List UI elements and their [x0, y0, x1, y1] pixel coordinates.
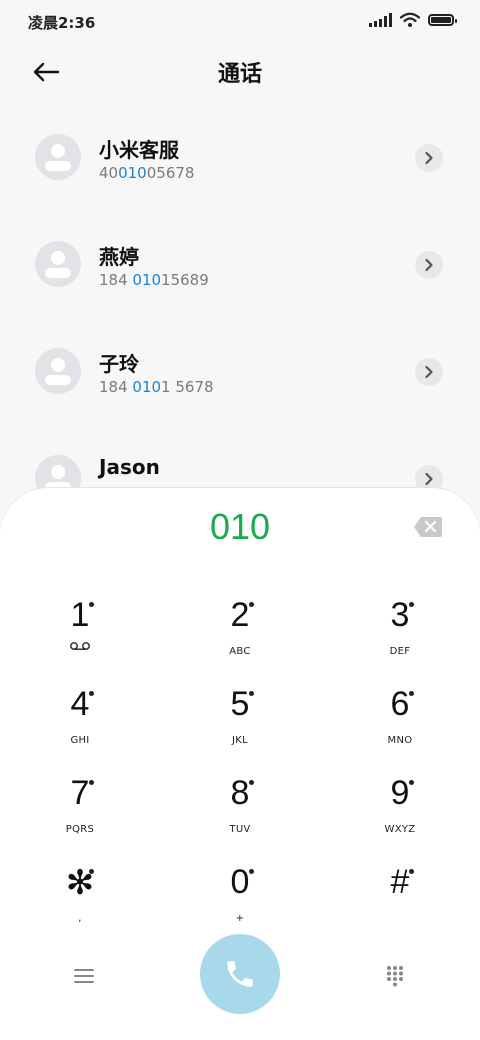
- dial-key-3[interactable]: 3 DEF: [340, 596, 460, 676]
- key-dot: [89, 780, 94, 785]
- contact-detail-button[interactable]: [415, 144, 443, 172]
- contact-name: 子玲: [99, 352, 139, 376]
- backspace-icon: [414, 517, 442, 537]
- contact-number: 184 01015689: [99, 271, 209, 289]
- contact-detail-button[interactable]: [415, 251, 443, 279]
- signal-icon: [369, 13, 392, 27]
- chevron-right-icon: [425, 151, 433, 165]
- avatar: [35, 348, 81, 394]
- page-title: 通话: [217, 62, 262, 87]
- battery-icon: [428, 14, 457, 26]
- dial-key-9[interactable]: 9 WXYZ: [340, 774, 460, 854]
- delete-button[interactable]: [413, 516, 443, 538]
- dial-key-letters: ,: [78, 913, 82, 924]
- key-dot: [89, 869, 94, 874]
- dial-key-letters: DEF: [389, 646, 411, 657]
- dial-key-digit: 6: [390, 685, 410, 723]
- contact-name: 小米客服: [99, 138, 179, 162]
- contact-row[interactable]: 小米客服 4001005678: [0, 112, 480, 219]
- dial-key-digit: 7: [70, 774, 90, 812]
- key-dot: [249, 869, 254, 874]
- menu-icon: [74, 969, 94, 983]
- dialpad-icon: [387, 966, 403, 987]
- key-dot: [409, 869, 414, 874]
- avatar: [35, 134, 81, 180]
- key-dot: [249, 780, 254, 785]
- dial-panel: 010 1 2 ABC 3 DEF 4 GHI 5 JKL 6 MNO 7 PQ…: [0, 488, 480, 1040]
- dial-key-5[interactable]: 5 JKL: [180, 685, 300, 765]
- contact-row[interactable]: 子玲 184 0101 5678: [0, 326, 480, 433]
- dial-key-letters: +: [235, 913, 245, 924]
- dial-key-letters: MNO: [387, 735, 413, 746]
- menu-button[interactable]: [62, 958, 106, 994]
- key-dot: [409, 780, 414, 785]
- key-dot: [409, 691, 414, 696]
- key-dot: [89, 691, 94, 696]
- chevron-right-icon: [425, 365, 433, 379]
- dial-key-digit: 0: [230, 863, 250, 901]
- status-icons: [369, 12, 457, 28]
- contact-name: Jason: [99, 455, 160, 479]
- wifi-icon: [400, 12, 420, 27]
- status-time: 凌晨2:36: [28, 14, 96, 32]
- dial-key-letters: WXYZ: [384, 824, 416, 835]
- contact-row[interactable]: 燕婷 184 01015689: [0, 219, 480, 326]
- voicemail-icon: [70, 642, 90, 650]
- dialpad-toggle-button[interactable]: [373, 958, 417, 994]
- dial-key-1[interactable]: 1: [20, 596, 140, 676]
- dial-key-8[interactable]: 8 TUV: [180, 774, 300, 854]
- contact-number: 184 0101 5678: [99, 378, 214, 396]
- dial-key-6[interactable]: 6 MNO: [340, 685, 460, 765]
- status-bar: 凌晨2:36: [0, 0, 480, 44]
- contact-number: 4001005678: [99, 164, 195, 182]
- dial-input[interactable]: 010: [0, 506, 480, 548]
- contact-list: 小米客服 4001005678 燕婷 184 01015689 子玲 184 0…: [0, 112, 480, 540]
- dial-key-digit: 2: [230, 596, 250, 634]
- dial-key-letters: ABC: [229, 646, 251, 657]
- key-dot: [249, 691, 254, 696]
- dial-key-letters: PQRS: [65, 824, 95, 835]
- dial-key-digit: 9: [390, 774, 410, 812]
- call-button[interactable]: [200, 934, 280, 1014]
- dial-key-digit: ✻: [65, 864, 95, 902]
- contact-name: 燕婷: [99, 245, 139, 269]
- dial-key-7[interactable]: 7 PQRS: [20, 774, 140, 854]
- dial-key-digit: 1: [70, 596, 90, 634]
- chevron-right-icon: [425, 258, 433, 272]
- dial-key-digit: #: [390, 863, 410, 901]
- key-dot: [409, 602, 414, 607]
- dial-key-letters: TUV: [229, 824, 251, 835]
- key-dot: [89, 602, 94, 607]
- phone-icon: [227, 961, 253, 987]
- dialer-bottom-bar: [0, 932, 480, 1016]
- dial-key-star[interactable]: ✻ ,: [20, 863, 140, 943]
- contact-detail-button[interactable]: [415, 358, 443, 386]
- dial-key-digit: 3: [390, 596, 410, 634]
- dial-key-digit: 4: [70, 685, 90, 723]
- dial-key-letters: JKL: [232, 735, 248, 746]
- chevron-right-icon: [425, 472, 433, 486]
- avatar: [35, 241, 81, 287]
- key-dot: [249, 602, 254, 607]
- dial-key-0[interactable]: 0 +: [180, 863, 300, 943]
- dial-key-letters: GHI: [70, 735, 90, 746]
- dial-key-digit: 5: [230, 685, 250, 723]
- dial-key-4[interactable]: 4 GHI: [20, 685, 140, 765]
- dial-key-hash[interactable]: #: [340, 863, 460, 943]
- header: 通话: [0, 44, 480, 100]
- dial-key-digit: 8: [230, 774, 250, 812]
- dial-key-2[interactable]: 2 ABC: [180, 596, 300, 676]
